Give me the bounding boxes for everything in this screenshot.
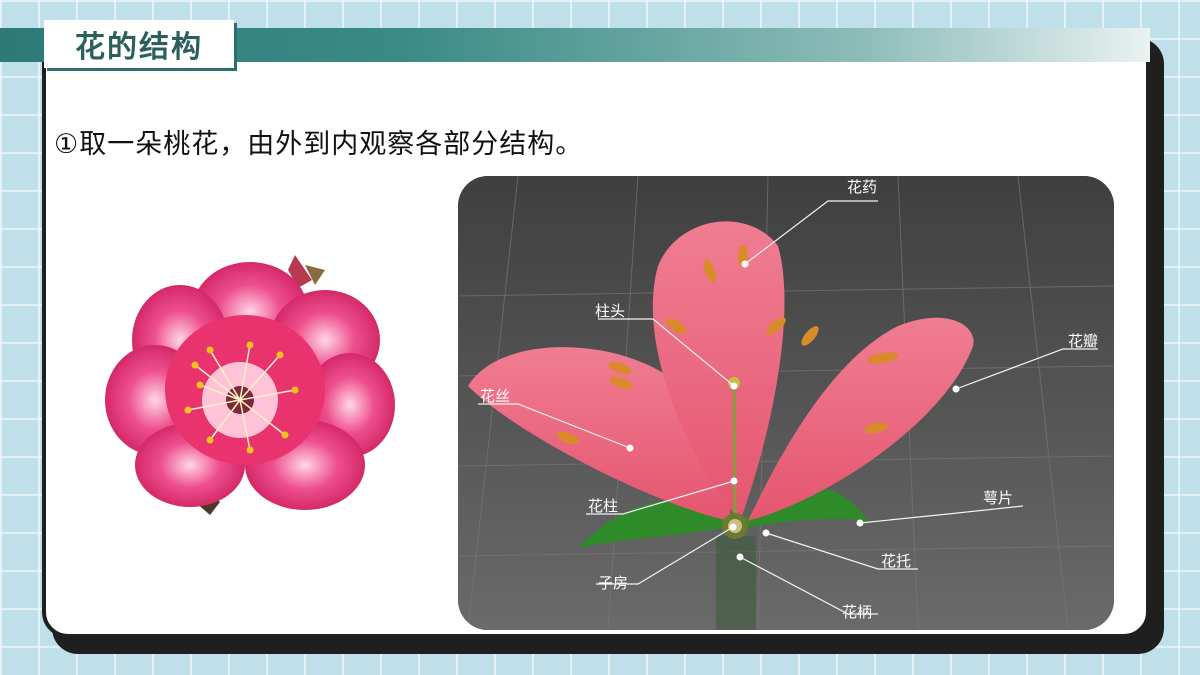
title-box: 花的结构: [44, 20, 234, 68]
label-sepal: 萼片: [983, 489, 1013, 507]
label-petal: 花瓣: [1068, 332, 1098, 350]
label-style: 花柱: [588, 497, 618, 515]
label-stigma: 柱头: [595, 302, 625, 320]
page-title: 花的结构: [75, 30, 203, 65]
peach-blossom-image: [100, 240, 405, 535]
instruction-text: ①取一朵桃花，由外到内观察各部分结构。: [54, 129, 584, 160]
flower-structure-diagram: 花药 柱头 花瓣 花丝 花柱 萼片 花托 子房 花柄: [458, 176, 1114, 630]
label-receptacle: 花托: [881, 552, 911, 570]
label-ovary: 子房: [598, 574, 628, 592]
label-anther: 花药: [847, 178, 877, 196]
label-pedicel: 花柄: [842, 603, 872, 621]
label-filament: 花丝: [480, 387, 510, 405]
